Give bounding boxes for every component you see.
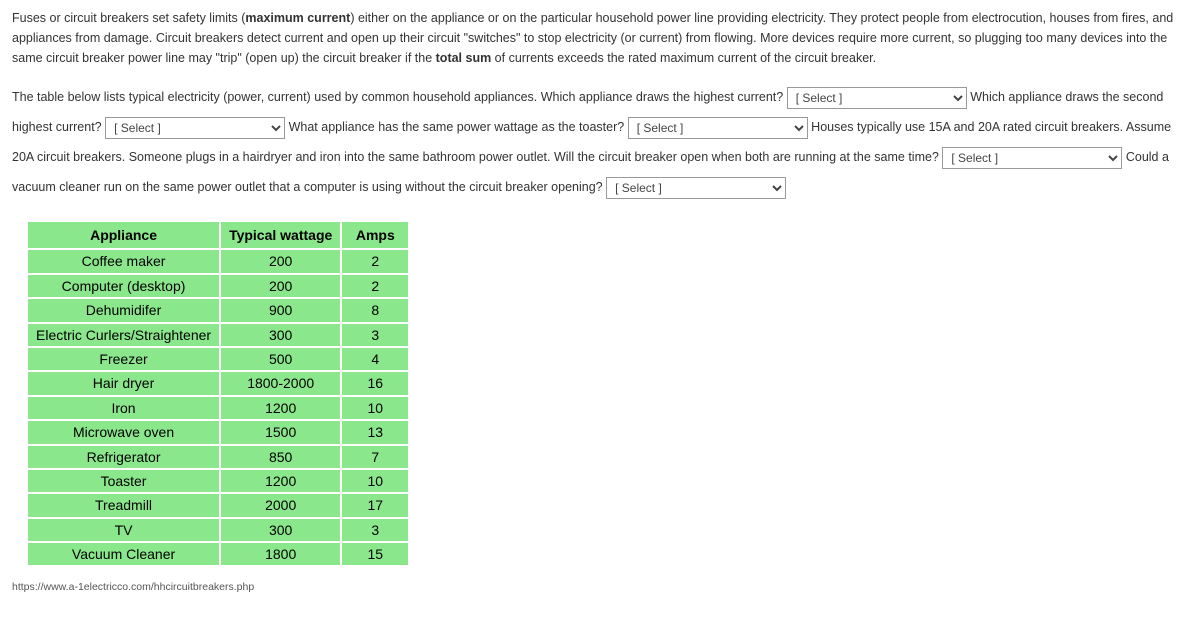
cell-appliance: TV xyxy=(28,519,219,541)
appliance-table-wrap: Appliance Typical wattage Amps Coffee ma… xyxy=(26,220,1188,567)
question-4-select[interactable]: [ Select ] xyxy=(942,147,1122,169)
cell-appliance: Hair dryer xyxy=(28,372,219,394)
cell-wattage: 850 xyxy=(221,446,340,468)
cell-appliance: Microwave oven xyxy=(28,421,219,443)
question-2-select[interactable]: [ Select ] xyxy=(105,117,285,139)
intro-bold-totalsum: total sum xyxy=(436,51,492,65)
table-row: Coffee maker2002 xyxy=(28,250,408,272)
table-row: Iron120010 xyxy=(28,397,408,419)
cell-appliance: Treadmill xyxy=(28,494,219,516)
table-row: Electric Curlers/Straightener3003 xyxy=(28,324,408,346)
table-row: Dehumidifer9008 xyxy=(28,299,408,321)
cell-wattage: 200 xyxy=(221,250,340,272)
cell-appliance: Vacuum Cleaner xyxy=(28,543,219,565)
appliance-table: Appliance Typical wattage Amps Coffee ma… xyxy=(26,220,410,567)
cell-appliance: Refrigerator xyxy=(28,446,219,468)
cell-appliance: Coffee maker xyxy=(28,250,219,272)
cell-wattage: 300 xyxy=(221,519,340,541)
cell-amps: 10 xyxy=(342,470,408,492)
table-row: Microwave oven150013 xyxy=(28,421,408,443)
cell-amps: 4 xyxy=(342,348,408,370)
cell-wattage: 1500 xyxy=(221,421,340,443)
cell-appliance: Dehumidifer xyxy=(28,299,219,321)
cell-amps: 3 xyxy=(342,519,408,541)
cell-amps: 17 xyxy=(342,494,408,516)
intro-text-a: Fuses or circuit breakers set safety lim… xyxy=(12,11,245,25)
cell-appliance: Electric Curlers/Straightener xyxy=(28,324,219,346)
cell-appliance: Toaster xyxy=(28,470,219,492)
col-amps: Amps xyxy=(342,222,408,248)
intro-bold-maxcurrent: maximum current xyxy=(245,11,350,25)
question-3-select[interactable]: [ Select ] xyxy=(628,117,808,139)
table-row: TV3003 xyxy=(28,519,408,541)
cell-wattage: 1200 xyxy=(221,397,340,419)
table-row: Refrigerator8507 xyxy=(28,446,408,468)
cell-wattage: 1200 xyxy=(221,470,340,492)
table-row: Freezer5004 xyxy=(28,348,408,370)
table-row: Toaster120010 xyxy=(28,470,408,492)
cell-wattage: 300 xyxy=(221,324,340,346)
cell-amps: 13 xyxy=(342,421,408,443)
col-wattage: Typical wattage xyxy=(221,222,340,248)
col-appliance: Appliance xyxy=(28,222,219,248)
cell-wattage: 2000 xyxy=(221,494,340,516)
intro-paragraph: Fuses or circuit breakers set safety lim… xyxy=(12,8,1188,68)
cell-amps: 10 xyxy=(342,397,408,419)
table-row: Computer (desktop)2002 xyxy=(28,275,408,297)
cell-amps: 15 xyxy=(342,543,408,565)
cell-amps: 2 xyxy=(342,250,408,272)
cell-wattage: 900 xyxy=(221,299,340,321)
table-row: Hair dryer1800-200016 xyxy=(28,372,408,394)
cell-wattage: 1800-2000 xyxy=(221,372,340,394)
intro-text-e: of currents exceeds the rated maximum cu… xyxy=(491,51,876,65)
cell-appliance: Freezer xyxy=(28,348,219,370)
question-1-text: The table below lists typical electricit… xyxy=(12,90,787,104)
table-row: Vacuum Cleaner180015 xyxy=(28,543,408,565)
cell-wattage: 500 xyxy=(221,348,340,370)
cell-amps: 8 xyxy=(342,299,408,321)
question-block: The table below lists typical electricit… xyxy=(12,82,1188,202)
question-1-select[interactable]: [ Select ] xyxy=(787,87,967,109)
cell-appliance: Computer (desktop) xyxy=(28,275,219,297)
cell-wattage: 1800 xyxy=(221,543,340,565)
cell-appliance: Iron xyxy=(28,397,219,419)
cell-amps: 7 xyxy=(342,446,408,468)
table-row: Treadmill200017 xyxy=(28,494,408,516)
cell-amps: 2 xyxy=(342,275,408,297)
question-3-text: What appliance has the same power wattag… xyxy=(289,120,628,134)
cell-wattage: 200 xyxy=(221,275,340,297)
cell-amps: 3 xyxy=(342,324,408,346)
cell-amps: 16 xyxy=(342,372,408,394)
question-5-select[interactable]: [ Select ] xyxy=(606,177,786,199)
source-link: https://www.a-1electricco.com/hhcircuitb… xyxy=(12,579,1188,596)
